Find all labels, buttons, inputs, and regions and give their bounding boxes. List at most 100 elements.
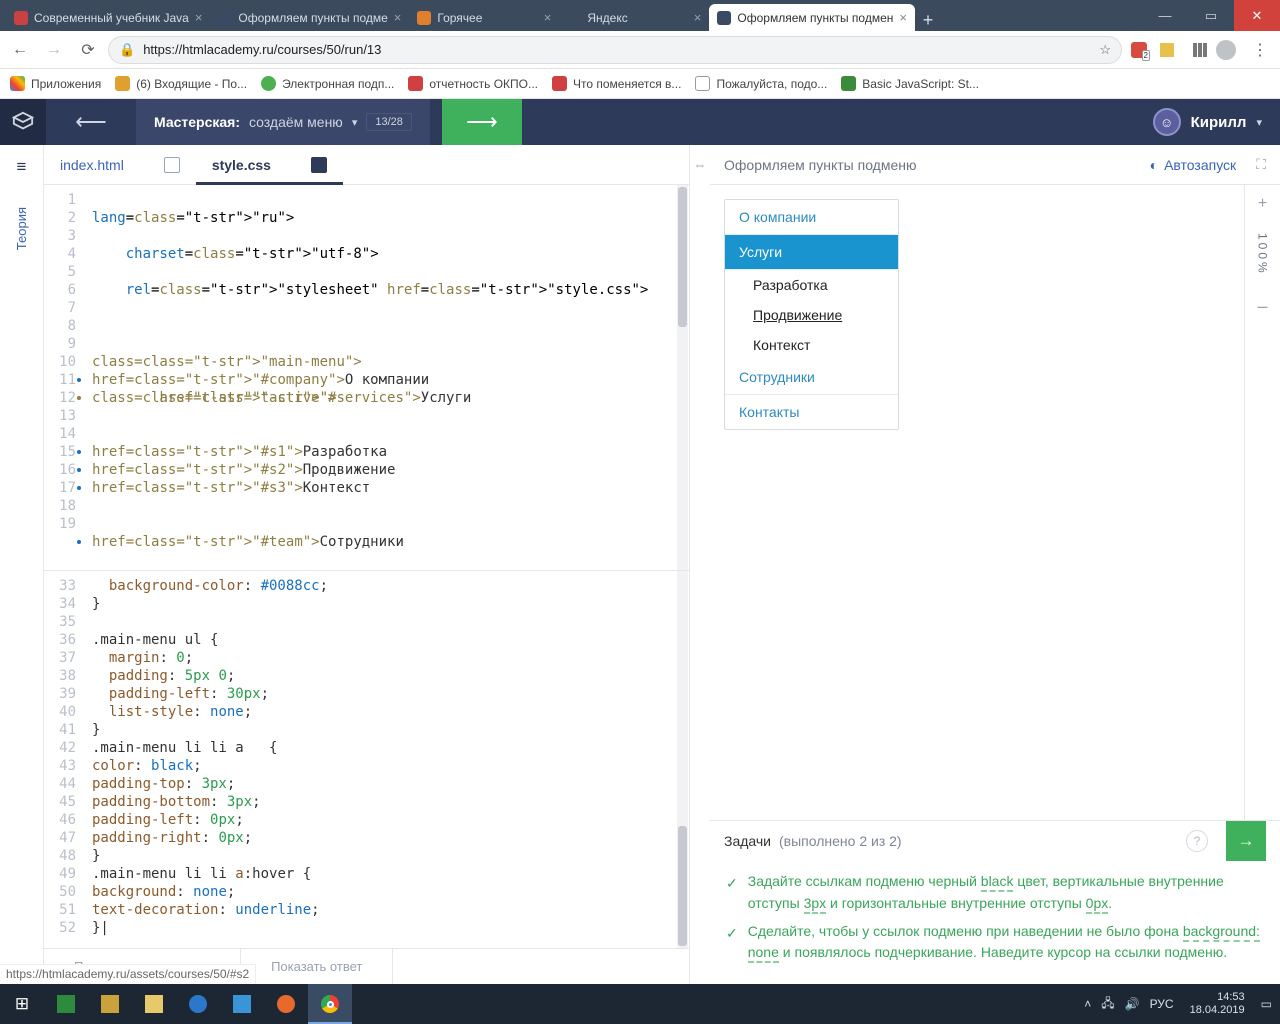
bookmark-item[interactable]: (6) Входящие - По... [115,76,247,91]
bookmark-star-icon[interactable]: ☆ [1099,42,1111,58]
close-icon[interactable]: × [899,10,907,25]
scrollbar[interactable] [677,185,688,570]
bookmarks-bar: Приложения (6) Входящие - По... Электрон… [0,69,1280,99]
pane-resize-handle[interactable]: ⇔ [690,145,710,984]
taskbar-app[interactable] [176,984,220,1024]
bookmark-item[interactable]: отчетность ОКПО... [408,76,538,91]
bookmark-item[interactable]: Электронная подп... [261,76,394,91]
autorun-toggle[interactable]: ◐Автозапуск [1150,157,1237,173]
browser-tab[interactable]: Оформляем пункты подме× [210,4,409,31]
task-item: ✓Сделайте, чтобы у ссылок подменю при на… [726,921,1264,964]
zoom-in-button[interactable]: + [1258,195,1267,213]
language-indicator[interactable]: РУС [1150,997,1174,1011]
forward-button[interactable]: → [40,36,68,64]
browser-tab-active[interactable]: Оформляем пункты подмен× [709,4,915,31]
taskbar-app[interactable] [220,984,264,1024]
check-icon: ✓ [726,921,738,964]
check-icon: ✓ [726,871,738,914]
minimize-button[interactable]: ― [1142,0,1188,31]
browser-tabs: Современный учебник Java× Оформляем пунк… [0,0,1142,31]
bookmark-item[interactable]: Что поменяется в... [552,76,681,91]
taskbar-app[interactable] [44,984,88,1024]
browser-menu-button[interactable]: ⋮ [1246,36,1274,64]
file-tab-css[interactable]: style.css [196,145,343,184]
app-logo-icon[interactable] [0,99,46,145]
close-icon[interactable]: × [195,10,203,25]
bookmark-item[interactable]: Basic JavaScript: St... [841,76,979,91]
start-button[interactable]: ⊞ [0,984,44,1024]
avatar-icon: ☺ [1153,108,1181,136]
menu-item[interactable]: Контакты [725,395,898,429]
submenu-item[interactable]: Контекст [725,330,898,360]
menu-item-active[interactable]: Услуги [725,235,898,270]
course-title[interactable]: Мастерская:создаём меню▾ 13/28 [136,99,430,145]
tasks-next-button[interactable]: → [1226,821,1266,861]
fullscreen-icon[interactable]: ⛶ [1256,156,1266,173]
maximize-button[interactable]: ▭ [1188,0,1234,31]
app-next-button[interactable]: ⟶ [442,99,522,145]
user-menu[interactable]: ☺ Кирилл ▾ [1135,108,1280,136]
submenu: Разработка Продвижение Контекст [725,270,898,360]
submenu-item[interactable]: Разработка [725,270,898,300]
reload-button[interactable]: ⟳ [74,36,102,64]
action-center-icon[interactable]: ▭ [1261,997,1272,1011]
apps-button[interactable]: Приложения [10,76,101,91]
new-tab-button[interactable]: + [915,10,941,31]
submenu-item-hover[interactable]: Продвижение [725,300,898,330]
taskbar-app[interactable] [88,984,132,1024]
network-icon[interactable]: 🖧 [1101,994,1114,1015]
browser-tab[interactable]: Яндекс× [559,4,709,31]
file-tab-html[interactable]: index.html [44,145,196,184]
autorun-icon: ◐ [1150,157,1158,173]
preview-viewport[interactable]: О компании Услуги Разработка Продвижение… [710,185,1244,820]
show-answer-button[interactable]: Показать ответ [241,949,393,984]
menu-item[interactable]: О компании [725,200,898,235]
menu-item[interactable]: Сотрудники [725,360,898,395]
link-hint: https://htmlacademy.ru/assets/courses/50… [0,964,256,984]
css-editor-pane[interactable]: CSS ↑ 3334353637383940414243444546474849… [44,571,689,948]
preview-header: Оформляем пункты подменю ◐Автозапуск ⛶ [710,145,1280,185]
workspace: ≡ Теория index.html style.css HTML 12345… [0,145,1280,984]
volume-icon[interactable]: 🔊 [1125,997,1140,1011]
extension-icon[interactable] [1156,39,1178,61]
help-icon[interactable]: ? [1186,830,1208,852]
tray-chevron-icon[interactable]: ˄ [1084,997,1091,1011]
preview-menu: О компании Услуги Разработка Продвижение… [724,199,899,430]
app-back-button[interactable]: ⟵ [46,109,136,135]
scrollbar[interactable] [677,571,688,948]
clock[interactable]: 14:5318.04.2019 [1184,991,1251,1016]
close-icon[interactable]: × [544,10,552,25]
theory-tab[interactable]: Теория [14,207,29,250]
browser-tab[interactable]: Горячее× [409,4,559,31]
taskbar-app[interactable] [264,984,308,1024]
browser-titlebar: Современный учебник Java× Оформляем пунк… [0,0,1280,31]
layout-icon [311,157,327,173]
bookmark-item[interactable]: Пожалуйста, подо... [695,76,827,91]
preview-sidebar: + 100% – [1244,185,1280,820]
progress-chip: 13/28 [366,113,412,131]
chevron-down-icon: ▾ [352,116,358,129]
system-tray: ˄ 🖧 🔊 РУС 14:5318.04.2019 ▭ [1084,991,1280,1016]
burger-icon[interactable]: ≡ [17,157,27,177]
profile-button[interactable] [1212,36,1240,64]
url-text: https://htmlacademy.ru/courses/50/run/13 [143,42,1091,57]
chevron-down-icon: ▾ [1256,116,1262,129]
browser-tab[interactable]: Современный учебник Java× [6,4,210,31]
task-item: ✓Задайте ссылкам подменю черный black цв… [726,871,1264,914]
back-button[interactable]: ← [6,36,34,64]
address-bar[interactable]: 🔒 https://htmlacademy.ru/courses/50/run/… [108,36,1122,64]
preview-title: Оформляем пункты подменю [724,157,917,173]
close-icon[interactable]: × [694,10,702,25]
close-window-button[interactable]: ✕ [1234,0,1280,31]
preview-column: Оформляем пункты подменю ◐Автозапуск ⛶ О… [710,145,1280,984]
layout-icon [164,157,180,173]
html-editor-pane[interactable]: HTML 12345678910111213141516171819 lang=… [44,185,689,571]
extension-icon[interactable] [1184,39,1206,61]
close-icon[interactable]: × [394,10,402,25]
zoom-out-button[interactable]: – [1257,296,1267,317]
taskbar-app[interactable] [132,984,176,1024]
tasks-panel: Задачи (выполнено 2 из 2) ? → ✓Задайте с… [710,820,1280,984]
extension-icon[interactable]: 2 [1128,39,1150,61]
zoom-level: 100% [1256,233,1270,276]
taskbar-app-chrome[interactable] [308,984,352,1024]
